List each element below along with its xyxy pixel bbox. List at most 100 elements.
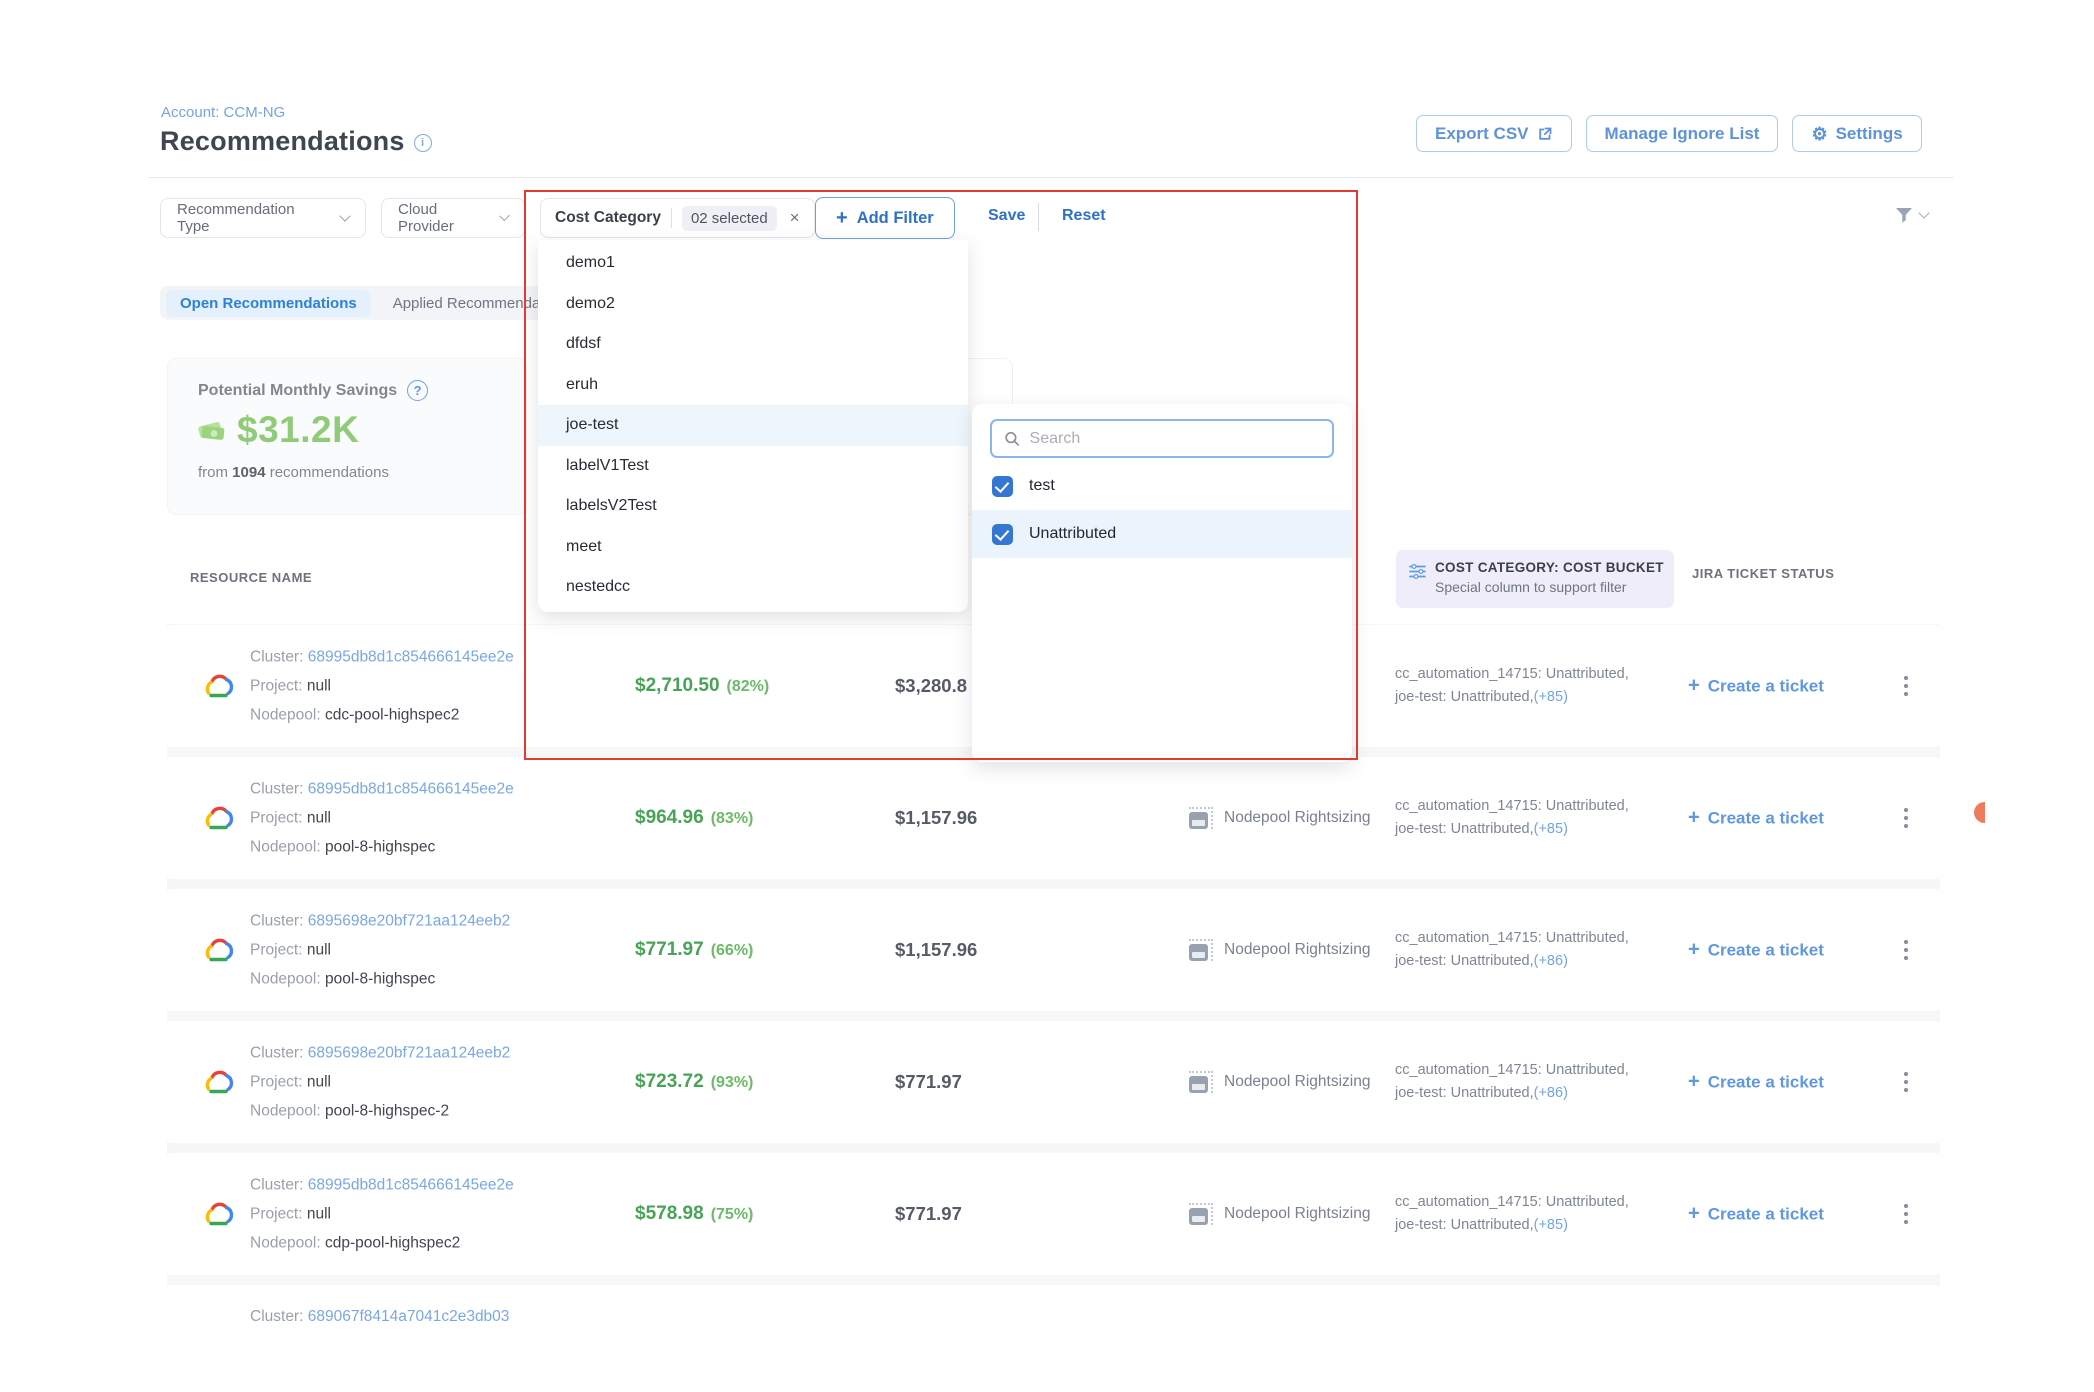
filter-panel-toggle[interactable] <box>1893 204 1928 226</box>
recommendation-type-tag: Nodepool Rightsizing <box>1189 1071 1370 1093</box>
potential-spend-cell: $771.97 <box>895 1203 962 1225</box>
bucket-search-input[interactable] <box>1030 430 1320 448</box>
cost-category-option[interactable]: demo2 <box>538 284 968 325</box>
floating-widget-half-dot[interactable] <box>1974 802 1985 823</box>
plus-icon: + <box>1688 939 1700 962</box>
kebab-menu-icon[interactable] <box>1900 804 1912 832</box>
kebab-menu-icon[interactable] <box>1900 1200 1912 1228</box>
cost-category-filter-chip[interactable]: Cost Category 02 selected × <box>540 198 815 238</box>
table-row: Cluster: 6895698e20bf721aa124eeb2 Projec… <box>167 889 1940 1011</box>
cluster-link[interactable]: 68995db8d1c854666145ee2e <box>308 781 514 798</box>
settings-button[interactable]: ⚙ Settings <box>1792 115 1921 152</box>
gcp-cloud-icon <box>200 1199 236 1229</box>
cost-category-option[interactable]: meet <box>538 527 968 568</box>
nodepool-rightsizing-icon <box>1189 939 1213 961</box>
cost-category-option[interactable]: labelsV2Test <box>538 486 968 527</box>
monthly-savings-cell: $723.72(93%) <box>635 1071 753 1093</box>
bucket-search-box <box>990 419 1334 458</box>
potential-spend-cell: $1,157.96 <box>895 807 977 829</box>
reset-filter-button[interactable]: Reset <box>1062 207 1106 225</box>
chevron-down-icon <box>499 211 510 222</box>
question-icon[interactable]: ? <box>407 380 428 401</box>
plus-icon: + <box>836 207 848 230</box>
cluster-link[interactable]: 6895698e20bf721aa124eeb2 <box>308 1045 511 1062</box>
cost-bucket-cell: cc_automation_14715: Unattributed, joe-t… <box>1395 1191 1629 1237</box>
more-buckets-link[interactable]: (+86) <box>1534 953 1568 969</box>
gcp-cloud-icon <box>200 803 236 833</box>
recommendation-type-tag: Nodepool Rightsizing <box>1189 807 1370 829</box>
checkbox-checked-icon[interactable] <box>992 524 1013 545</box>
cluster-link[interactable]: 68995db8d1c854666145ee2e <box>308 1177 514 1194</box>
cost-category-option[interactable]: demo1 <box>538 243 968 284</box>
kebab-menu-icon[interactable] <box>1900 936 1912 964</box>
funnel-icon <box>1893 204 1915 226</box>
cost-category-option[interactable]: eruh <box>538 365 968 406</box>
cluster-link[interactable]: 68995db8d1c854666145ee2e <box>308 649 514 666</box>
bucket-option-list: test Unattributed <box>972 462 1352 558</box>
create-ticket-button[interactable]: + Create a ticket <box>1688 939 1824 962</box>
monthly-savings-cell: $964.96(83%) <box>635 807 753 829</box>
cost-bucket-dropdown: test Unattributed <box>972 404 1352 762</box>
cost-bucket-option[interactable]: Unattributed <box>972 510 1352 558</box>
export-csv-button[interactable]: Export CSV <box>1416 115 1572 152</box>
create-ticket-button[interactable]: + Create a ticket <box>1688 807 1824 830</box>
recommendation-type-filter[interactable]: Recommendation Type <box>160 198 366 238</box>
potential-spend-cell: $771.97 <box>895 1071 962 1093</box>
monthly-savings-cell: $771.97(66%) <box>635 939 753 961</box>
more-buckets-link[interactable]: (+86) <box>1534 1085 1568 1101</box>
cost-category-dropdown-list: demo1demo2dfdsferuhjoe-testlabelV1Testla… <box>538 243 968 608</box>
info-icon[interactable]: i <box>414 134 432 152</box>
more-buckets-link[interactable]: (+85) <box>1534 689 1568 705</box>
tab-open-recommendations[interactable]: Open Recommendations <box>166 290 371 317</box>
recommendation-count: 1094 <box>232 464 265 481</box>
sliders-icon <box>1408 562 1427 581</box>
close-icon[interactable]: × <box>790 208 800 228</box>
plus-icon: + <box>1688 675 1700 698</box>
potential-spend-cell: $3,280.8 <box>895 675 967 697</box>
chevron-down-icon <box>339 210 350 221</box>
cluster-link[interactable]: 689067f8414a7041c2e3db03 <box>308 1308 510 1325</box>
cost-bucket-cell: cc_automation_14715: Unattributed, joe-t… <box>1395 663 1629 709</box>
savings-value: $31.2K <box>237 409 359 451</box>
gear-icon: ⚙ <box>1811 125 1827 143</box>
cost-category-dropdown: demo1demo2dfdsferuhjoe-testlabelV1Testla… <box>538 240 968 612</box>
cost-bucket-option[interactable]: test <box>972 462 1352 510</box>
save-filter-button[interactable]: Save <box>988 207 1025 225</box>
kebab-menu-icon[interactable] <box>1900 672 1912 700</box>
create-ticket-button[interactable]: + Create a ticket <box>1688 1071 1824 1094</box>
recommendation-type-tag: Nodepool Rightsizing <box>1189 939 1370 961</box>
cost-bucket-cell: cc_automation_14715: Unattributed, joe-t… <box>1395 795 1629 841</box>
manage-ignore-list-button[interactable]: Manage Ignore List <box>1586 115 1779 152</box>
gcp-cloud-icon <box>200 671 236 701</box>
table-row: Cluster: 6895698e20bf721aa124eeb2 Projec… <box>167 1021 1940 1143</box>
nodepool-rightsizing-icon <box>1189 807 1213 829</box>
chevron-down-icon <box>1918 207 1929 218</box>
cluster-link[interactable]: 6895698e20bf721aa124eeb2 <box>308 913 511 930</box>
cost-category-option[interactable]: dfdsf <box>538 324 968 365</box>
table-row: Cluster: 68995db8d1c854666145ee2e Projec… <box>167 1153 1940 1275</box>
add-filter-button[interactable]: + Add Filter <box>815 197 955 239</box>
column-header-resource-name: RESOURCE NAME <box>190 570 312 585</box>
nodepool-rightsizing-icon <box>1189 1071 1213 1093</box>
checkbox-checked-icon[interactable] <box>992 476 1013 497</box>
plus-icon: + <box>1688 1203 1700 1226</box>
monthly-savings-cell: $578.98(75%) <box>635 1203 753 1225</box>
more-buckets-link[interactable]: (+85) <box>1534 821 1568 837</box>
resource-name-cell: Cluster: 689067f8414a7041c2e3db03 <box>250 1302 509 1327</box>
cloud-provider-filter[interactable]: Cloud Provider <box>381 198 525 238</box>
resource-name-cell: Cluster: 68995db8d1c854666145ee2e Projec… <box>250 775 514 862</box>
create-ticket-button[interactable]: + Create a ticket <box>1688 1203 1824 1226</box>
plus-icon: + <box>1688 807 1700 830</box>
column-header-cost-category: COST CATEGORY: COST BUCKET Special colum… <box>1396 550 1674 608</box>
kebab-menu-icon[interactable] <box>1900 1068 1912 1096</box>
table-row: Cluster: 689067f8414a7041c2e3db03 <box>167 1285 1940 1327</box>
create-ticket-button[interactable]: + Create a ticket <box>1688 675 1824 698</box>
gcp-cloud-icon <box>200 1067 236 1097</box>
cost-category-option[interactable]: joe-test <box>538 405 968 446</box>
cost-category-option[interactable]: nestedcc <box>538 567 968 608</box>
cost-category-option[interactable]: labelV1Test <box>538 446 968 487</box>
plus-icon: + <box>1688 1071 1700 1094</box>
potential-savings-card: Potential Monthly Savings ? $31.2K from … <box>167 358 527 515</box>
more-buckets-link[interactable]: (+85) <box>1534 1217 1568 1233</box>
breadcrumb-account: Account: CCM-NG <box>161 104 285 121</box>
